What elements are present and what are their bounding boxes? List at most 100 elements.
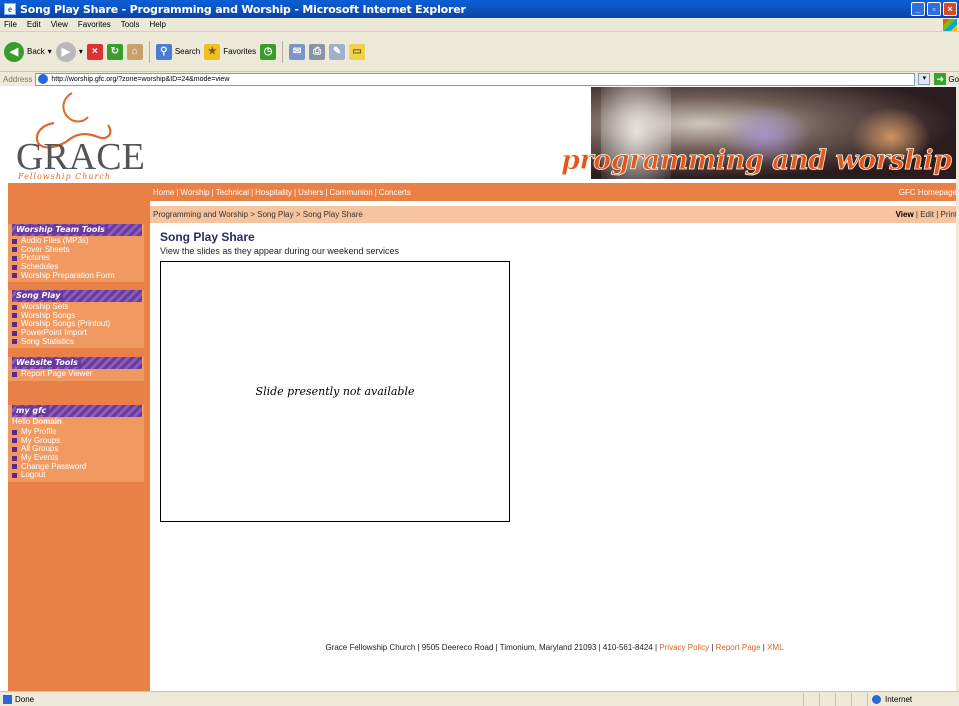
mode-links: View | Edit | Print — [895, 210, 957, 219]
bullet-icon — [12, 429, 17, 435]
window-titlebar[interactable]: e Song Play Share - Programming and Wors… — [0, 0, 959, 18]
browser-toolbar: ◀ Back ▾ ▶ ▾ × ↻ ⌂ ⚲ Search ★ Favorites … — [0, 32, 959, 72]
favorites-star-icon: ★ — [204, 43, 221, 60]
bullet-icon — [12, 455, 17, 461]
go-button[interactable]: Go — [948, 75, 959, 84]
sidebar-item-report-page-viewer[interactable]: Report Page Viewer — [12, 370, 144, 379]
bullet-icon — [12, 238, 17, 244]
sidebar-section-my-gfc: my gfc Hello Domain My Profile My Groups… — [8, 405, 144, 482]
nav-technical[interactable]: Technical — [216, 188, 249, 197]
print-icon[interactable]: ⎙ — [309, 43, 326, 60]
address-dropdown-icon[interactable]: ▾ — [918, 73, 931, 85]
menu-favorites[interactable]: Favorites — [78, 20, 111, 29]
menu-file[interactable]: File — [4, 20, 17, 29]
address-bar: Address http://worship.gfc.org/?zone=wor… — [0, 72, 959, 86]
nav-concerts[interactable]: Concerts — [379, 188, 411, 197]
stop-icon[interactable]: × — [86, 43, 103, 60]
address-url: http://worship.gfc.org/?zone=worship&ID=… — [51, 75, 230, 83]
bullet-icon — [12, 330, 17, 336]
maximize-button[interactable]: ▫ — [927, 2, 941, 16]
globe-icon — [872, 694, 881, 704]
slide-frame: Slide presently not available — [160, 261, 510, 522]
footer-address: Grace Fellowship Church | 9505 Deereco R… — [325, 643, 658, 652]
security-zone[interactable]: Internet — [867, 692, 959, 706]
bullet-icon — [12, 438, 17, 444]
bullet-icon — [12, 371, 17, 377]
xml-link[interactable]: XML — [767, 643, 783, 652]
favorites-label: Favorites — [223, 47, 257, 56]
mode-view[interactable]: View — [896, 210, 914, 219]
sidebar-item-logout[interactable]: Logout — [12, 471, 144, 480]
nav-communion[interactable]: Communion — [330, 188, 373, 197]
back-button[interactable]: ◀ Back ▾ — [4, 41, 52, 62]
favorites-button[interactable]: ★ Favorites — [204, 43, 257, 60]
bullet-icon — [12, 339, 17, 345]
nav-hospitality[interactable]: Hospitality — [255, 188, 292, 197]
sidebar-item-song-statistics[interactable]: Song Statistics — [12, 337, 144, 346]
search-label: Search — [174, 47, 201, 56]
bullet-icon — [12, 264, 17, 270]
report-page-link[interactable]: Report Page — [716, 643, 761, 652]
bullet-icon — [12, 247, 17, 253]
sidebar-section-website-tools: Website Tools Report Page Viewer — [8, 357, 144, 381]
search-icon: ⚲ — [155, 43, 172, 60]
ie-app-icon: e — [4, 3, 16, 15]
bullet-icon — [12, 313, 17, 319]
sidebar-section-title: Worship Team Tools — [12, 224, 142, 236]
bullet-icon — [12, 472, 17, 478]
sidebar-section-title: Website Tools — [12, 357, 142, 369]
banner-title: programming and worship — [561, 145, 953, 177]
sidebar-section-title: Song Play — [12, 290, 142, 302]
menu-tools[interactable]: Tools — [121, 20, 140, 29]
breadcrumb-song-play[interactable]: Song Play — [257, 210, 293, 219]
mail-icon[interactable]: ✉ — [289, 43, 306, 60]
bullet-icon — [12, 446, 17, 452]
sidebar-section-song-play: Song Play Worship Sets Worship Songs Wor… — [8, 290, 144, 348]
toolbar-separator — [282, 40, 284, 63]
page-icon — [38, 74, 49, 84]
status-cell — [803, 692, 819, 706]
menu-view[interactable]: View — [51, 20, 68, 29]
gfc-homepage-link[interactable]: GFC Homepage — [899, 188, 959, 197]
sidebar: Worship Team Tools Audio Files (MP3s) Co… — [8, 183, 150, 691]
slide-placeholder-text: Slide presently not available — [255, 385, 415, 398]
menu-help[interactable]: Help — [149, 20, 165, 29]
nav-worship[interactable]: Worship — [180, 188, 209, 197]
forward-arrow-icon: ▶ — [55, 41, 76, 62]
bullet-icon — [12, 255, 17, 261]
bullet-icon — [12, 304, 17, 310]
mode-print[interactable]: Print — [941, 210, 957, 219]
nav-home[interactable]: Home — [153, 188, 174, 197]
privacy-policy-link[interactable]: Privacy Policy — [659, 643, 709, 652]
refresh-icon[interactable]: ↻ — [106, 43, 123, 60]
address-label: Address — [3, 74, 33, 84]
window-title: Song Play Share - Programming and Worshi… — [20, 2, 466, 16]
site-header: GRACE Fellowship Church programming and … — [8, 87, 959, 183]
edit-icon[interactable]: ✎ — [329, 43, 346, 60]
forward-button[interactable]: ▶ ▾ — [55, 41, 83, 62]
sidebar-item-worship-preparation-form[interactable]: Worship Preparation Form — [12, 271, 144, 280]
nav-ushers[interactable]: Ushers — [298, 188, 323, 197]
breadcrumb-programming-worship[interactable]: Programming and Worship — [153, 210, 248, 219]
address-input[interactable]: http://worship.gfc.org/?zone=worship&ID=… — [35, 72, 916, 86]
minimize-button[interactable]: _ — [911, 2, 925, 16]
search-button[interactable]: ⚲ Search — [155, 43, 201, 60]
grace-logo[interactable]: GRACE Fellowship Church — [14, 89, 150, 181]
go-arrow-icon[interactable]: ➜ — [934, 73, 947, 85]
bullet-icon — [12, 464, 17, 470]
mode-edit[interactable]: Edit — [920, 210, 934, 219]
home-icon[interactable]: ⌂ — [126, 43, 143, 60]
messenger-icon[interactable]: ▭ — [349, 43, 366, 60]
status-bar: Done Internet — [0, 691, 959, 706]
close-button[interactable]: × — [943, 2, 957, 16]
breadcrumb: Programming and Worship > Song Play > So… — [150, 206, 959, 223]
windows-flag-icon — [943, 19, 957, 31]
history-icon[interactable]: ◷ — [260, 43, 277, 60]
breadcrumb-song-play-share[interactable]: Song Play Share — [303, 210, 363, 219]
zone-label: Internet — [885, 694, 913, 704]
back-dropdown-icon[interactable]: ▾ — [48, 47, 52, 56]
menu-bar: File Edit View Favorites Tools Help — [0, 18, 959, 32]
forward-dropdown-icon[interactable]: ▾ — [79, 47, 83, 56]
menu-edit[interactable]: Edit — [27, 20, 41, 29]
page-footer: Grace Fellowship Church | 9505 Deereco R… — [325, 643, 784, 652]
